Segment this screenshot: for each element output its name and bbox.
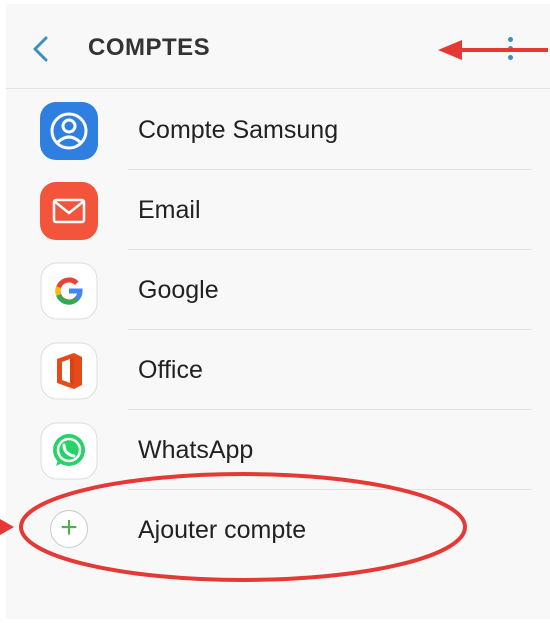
google-icon xyxy=(40,262,98,320)
back-button[interactable] xyxy=(28,32,54,66)
account-label: Office xyxy=(138,356,203,384)
account-row-google[interactable]: Google xyxy=(6,250,550,330)
account-row-samsung[interactable]: Compte Samsung xyxy=(6,90,550,170)
account-label: Email xyxy=(138,196,201,224)
page-title: COMPTES xyxy=(88,34,211,61)
more-options-button[interactable] xyxy=(500,34,520,68)
account-row-email[interactable]: Email xyxy=(6,170,550,250)
add-account-row[interactable]: + Ajouter compte xyxy=(6,490,550,570)
account-row-office[interactable]: Office xyxy=(6,330,550,410)
account-label: Compte Samsung xyxy=(138,116,339,144)
header: COMPTES xyxy=(6,4,550,89)
account-label: Google xyxy=(138,276,219,304)
whatsapp-icon xyxy=(40,422,98,480)
email-icon xyxy=(40,182,98,240)
account-label: WhatsApp xyxy=(138,436,254,464)
add-account-label: Ajouter compte xyxy=(138,516,307,544)
account-row-whatsapp[interactable]: WhatsApp xyxy=(6,410,550,490)
accounts-list: Compte Samsung Email Google Office Whats… xyxy=(6,90,550,570)
accounts-screen: COMPTES Compte Samsung Email Google Offi… xyxy=(6,4,550,619)
plus-icon: + xyxy=(50,510,88,548)
chevron-left-icon xyxy=(33,36,48,62)
more-vertical-icon xyxy=(500,37,520,60)
office-icon xyxy=(40,342,98,400)
samsung-account-icon xyxy=(40,102,98,160)
